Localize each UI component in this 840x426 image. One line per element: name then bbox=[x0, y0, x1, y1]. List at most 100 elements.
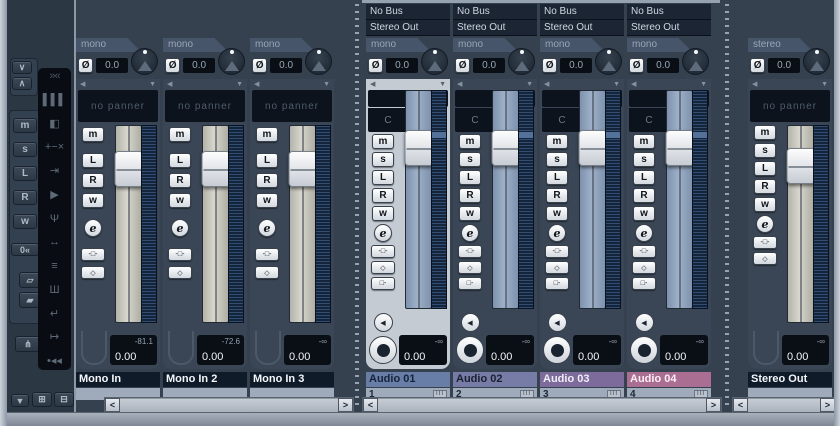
record-enable-button[interactable] bbox=[456, 336, 484, 364]
panner-menu-arrow-icon[interactable]: ▼ bbox=[821, 81, 828, 88]
global-listen-left-button[interactable]: L bbox=[13, 166, 37, 181]
level-display[interactable]: -∞ 0.00 bbox=[486, 335, 534, 365]
listen-right-button[interactable]: R bbox=[169, 173, 191, 188]
phase-button[interactable]: Ø bbox=[750, 57, 766, 73]
solo-button[interactable]: s bbox=[372, 152, 394, 167]
scrollbar-track[interactable] bbox=[120, 398, 338, 412]
write-automation-button[interactable]: w bbox=[82, 193, 104, 208]
listen-left-button[interactable]: L bbox=[256, 153, 278, 168]
input-section-scrollbar[interactable]: < > bbox=[104, 397, 354, 413]
mute-button[interactable]: m bbox=[754, 125, 776, 140]
section-divider[interactable] bbox=[722, 0, 732, 412]
mute-button[interactable]: m bbox=[169, 127, 191, 142]
listen-right-button[interactable]: R bbox=[546, 188, 568, 203]
edit-channel-button[interactable]: e bbox=[756, 215, 774, 233]
view-collapse-button[interactable]: ▼ bbox=[11, 394, 29, 407]
channel-name[interactable]: Audio 01 bbox=[366, 372, 450, 387]
pan-left-arrow-icon[interactable]: ◀ bbox=[254, 81, 259, 88]
channel-config-tab[interactable]: mono bbox=[163, 38, 228, 52]
channel-name[interactable]: Audio 03 bbox=[540, 372, 624, 387]
channel-name[interactable]: Mono In bbox=[76, 372, 160, 387]
write-automation-button[interactable]: w bbox=[372, 206, 394, 221]
mute-button[interactable]: m bbox=[82, 127, 104, 142]
solo-button[interactable]: s bbox=[754, 143, 776, 158]
output-section-scrollbar[interactable]: < > bbox=[732, 397, 836, 413]
mute-button[interactable]: m bbox=[256, 127, 278, 142]
fader-handle[interactable] bbox=[114, 151, 143, 188]
scroll-left-button[interactable]: < bbox=[105, 398, 120, 412]
write-automation-button[interactable]: w bbox=[256, 193, 278, 208]
channel-name[interactable]: Audio 04 bbox=[627, 372, 711, 387]
listen-right-button[interactable]: R bbox=[256, 173, 278, 188]
section-divider[interactable] bbox=[352, 0, 362, 412]
input-gain-value[interactable]: 0.0 bbox=[183, 57, 215, 73]
mute-button[interactable]: m bbox=[372, 134, 394, 149]
sends-bypass-button[interactable]: □- bbox=[632, 277, 656, 290]
monitor-button[interactable]: ◀ bbox=[373, 313, 393, 332]
record-enable-button[interactable] bbox=[369, 336, 397, 364]
listen-right-button[interactable]: R bbox=[82, 173, 104, 188]
phase-button[interactable]: Ø bbox=[252, 57, 268, 73]
input-gain-knob[interactable] bbox=[803, 47, 830, 75]
store-view-set-button[interactable]: ⊞ bbox=[32, 392, 52, 407]
phase-button[interactable]: Ø bbox=[78, 57, 94, 73]
window-panes-icon[interactable]: ◧ bbox=[49, 118, 59, 130]
phase-button[interactable]: Ø bbox=[368, 57, 384, 73]
keys-icon[interactable]: Ш bbox=[49, 284, 59, 296]
fader-handle[interactable] bbox=[404, 130, 433, 167]
play-output-icon[interactable]: ▶ bbox=[50, 189, 58, 201]
collapse-panel-button[interactable]: ∨ bbox=[12, 61, 32, 74]
monitor-button[interactable]: ◀ bbox=[547, 313, 567, 332]
pan-value[interactable]: C bbox=[542, 108, 582, 132]
insert-bypass-button[interactable]: -□- bbox=[371, 245, 395, 258]
global-write-button[interactable]: w bbox=[13, 214, 37, 229]
monitor-button[interactable]: ◀ bbox=[460, 313, 480, 332]
scroll-left-button[interactable]: < bbox=[733, 398, 748, 412]
channel-config-tab[interactable]: mono bbox=[366, 38, 431, 52]
eq-bypass-button[interactable]: ◇ bbox=[458, 261, 482, 274]
channel-name[interactable]: Stereo Out bbox=[748, 372, 832, 387]
solo-button[interactable]: s bbox=[459, 152, 481, 167]
edit-channel-button[interactable]: e bbox=[461, 224, 479, 242]
panner-menu-arrow-icon[interactable]: ▼ bbox=[323, 81, 330, 88]
record-enable-button[interactable] bbox=[630, 336, 658, 364]
channel-name[interactable]: Audio 02 bbox=[453, 372, 537, 387]
add-subtract-icon[interactable]: +−× bbox=[45, 142, 64, 153]
mute-button[interactable]: m bbox=[459, 134, 481, 149]
sends-bypass-button[interactable]: □- bbox=[458, 277, 482, 290]
panner-display[interactable]: no panner bbox=[165, 90, 245, 122]
channel-config-tab[interactable]: mono bbox=[540, 38, 605, 52]
pan-left-arrow-icon[interactable]: ◀ bbox=[370, 81, 375, 88]
insert-bypass-button[interactable]: -□- bbox=[81, 248, 105, 261]
global-read-button[interactable]: R bbox=[13, 190, 37, 205]
fader-track[interactable] bbox=[665, 90, 694, 309]
edit-channel-button[interactable]: e bbox=[374, 224, 392, 242]
fader-track[interactable] bbox=[114, 125, 143, 323]
listen-right-button[interactable]: R bbox=[372, 188, 394, 203]
input-gain-knob[interactable] bbox=[682, 47, 709, 75]
listen-left-button[interactable]: L bbox=[372, 170, 394, 185]
insert-bypass-button[interactable]: -□- bbox=[753, 236, 777, 249]
narrow-wide-all-icon[interactable]: »« bbox=[49, 71, 60, 82]
eq-bypass-button[interactable]: ◇ bbox=[81, 266, 105, 279]
listen-left-button[interactable]: L bbox=[546, 170, 568, 185]
fader-track[interactable] bbox=[491, 90, 520, 309]
exit-arrow-icon[interactable]: ↦ bbox=[50, 332, 59, 343]
listen-left-button[interactable]: L bbox=[459, 170, 481, 185]
panner-display[interactable]: no panner bbox=[252, 90, 332, 122]
level-display[interactable]: -72.6 0.00 bbox=[197, 335, 244, 365]
listen-left-button[interactable]: L bbox=[633, 170, 655, 185]
sends-bypass-button[interactable]: □- bbox=[371, 277, 395, 290]
listen-right-button[interactable]: R bbox=[633, 188, 655, 203]
fader-track[interactable] bbox=[288, 125, 317, 323]
input-routing[interactable]: No Bus bbox=[366, 4, 450, 20]
write-automation-button[interactable]: w bbox=[754, 197, 776, 212]
input-routing[interactable]: No Bus bbox=[627, 4, 711, 20]
input-gain-value[interactable]: 0.0 bbox=[473, 57, 505, 73]
scrollbar-track[interactable] bbox=[748, 398, 820, 412]
edit-channel-button[interactable]: e bbox=[258, 219, 276, 237]
output-routing[interactable]: Stereo Out bbox=[540, 20, 624, 36]
panner-menu-arrow-icon[interactable]: ▼ bbox=[236, 81, 243, 88]
panner-display[interactable]: no panner bbox=[750, 90, 830, 122]
fader-handle[interactable] bbox=[491, 130, 520, 167]
